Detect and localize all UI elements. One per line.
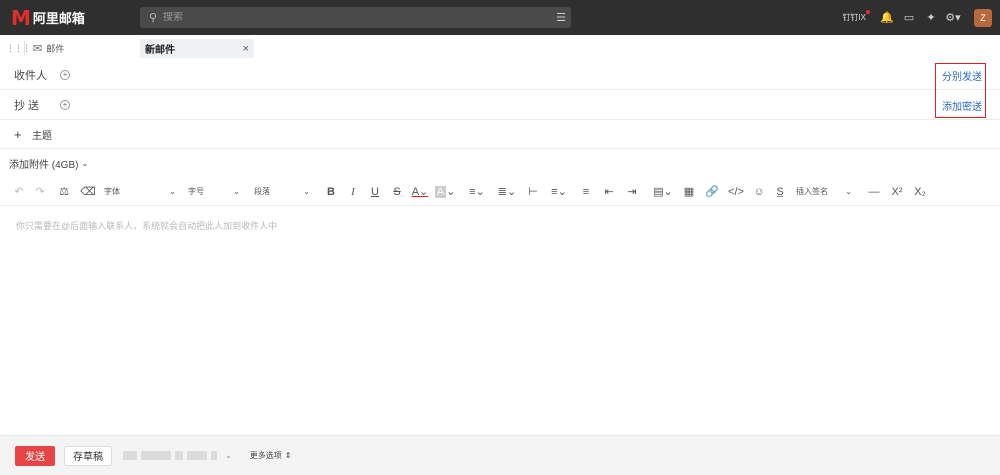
paragraph-select[interactable]: 段落 ⌄ — [254, 182, 310, 202]
table-icon[interactable]: ▦ — [678, 182, 700, 202]
bottom-bar: 发送 存草稿 ⌄ 更多选项 ⇕ — [0, 435, 1000, 475]
subject-row[interactable]: + 主题 — [0, 120, 1000, 149]
editor-toolbar: ↶ ↷ ⚖ ⌫ 字体 ⌄ 字号 ⌄ 段落 ⌄ B I U S A⌄ A ⌄ ≡⌄ ≣⌄ … — [0, 178, 1000, 206]
tab-new-mail[interactable]: 新邮件 × — [140, 39, 254, 58]
logo-text: 阿里邮箱 — [32, 11, 85, 26]
image-icon[interactable]: ▤⌄ — [648, 182, 678, 202]
plus-icon[interactable]: + — [14, 127, 32, 142]
cc-label: 抄 送 — [14, 100, 40, 112]
chevron-down-icon: ⌄ — [169, 187, 176, 196]
superscript-icon[interactable]: X² — [886, 182, 908, 202]
align-justify-icon[interactable]: ≡ — [574, 182, 598, 202]
chevron-down-icon: ⌄ — [845, 187, 852, 196]
heading-icon[interactable]: ⊢ — [522, 182, 544, 202]
avatar[interactable]: Z — [974, 8, 992, 27]
dingtalk-link[interactable]: 钉钉IX — [842, 10, 870, 23]
font-family-select[interactable]: 字体 ⌄ — [104, 182, 176, 202]
dingtalk-label: 钉钉IX — [842, 13, 866, 22]
paragraph-label: 段落 — [254, 187, 270, 196]
send-button[interactable]: 发送 — [15, 445, 55, 466]
bullet-list-icon[interactable]: ≡⌄ — [462, 182, 492, 202]
redacted-text — [175, 451, 183, 460]
outdent-icon[interactable]: ⇤ — [598, 182, 620, 202]
clear-format-icon[interactable]: S̲ — [770, 182, 790, 202]
to-field-row[interactable]: 收件人 + 分别发送 — [0, 61, 1000, 90]
redacted-text — [211, 451, 217, 460]
chevron-down-icon: ⌄ — [233, 187, 240, 196]
notification-dot — [866, 10, 870, 14]
editor-body[interactable]: 你只需要在@后面输入联系人，系统就会自动把此人加到收件人中 — [0, 207, 1000, 435]
subscript-icon[interactable]: X₂ — [908, 182, 932, 202]
redacted-text — [187, 451, 207, 460]
insert-select[interactable]: 插入签名 ⌄ — [796, 182, 852, 202]
grid-icon[interactable]: ⋮⋮⋮ — [6, 43, 31, 54]
search-bar[interactable]: ⚲ ☰ — [140, 7, 571, 28]
tab-mail[interactable]: ✉ 邮件 — [33, 42, 64, 55]
search-icon[interactable]: ⚲ — [143, 11, 163, 24]
redacted-text — [141, 451, 171, 460]
attachment-label: 添加附件 (4GB) — [9, 160, 79, 171]
more-options[interactable]: 更多选项 ⇕ — [250, 450, 292, 461]
strikethrough-icon[interactable]: S — [386, 182, 408, 202]
gear-icon[interactable]: ⚙▾ — [944, 11, 962, 24]
redo-icon[interactable]: ↷ — [28, 182, 52, 202]
insert-label: 插入签名 — [796, 187, 828, 196]
device-icon[interactable]: ▭ — [900, 11, 918, 24]
tab-new-mail-label: 新邮件 — [145, 45, 175, 56]
chevron-up-down-icon: ⇕ — [284, 451, 292, 460]
bell-icon[interactable]: 🔔 — [878, 11, 896, 24]
underline-icon[interactable]: U — [364, 182, 386, 202]
format-painter-icon[interactable]: ⚖ — [52, 182, 76, 202]
app-logo[interactable]: M 阿里邮箱 — [11, 8, 131, 28]
numbered-list-icon[interactable]: ≣⌄ — [492, 182, 522, 202]
subject-label: 主题 — [32, 130, 52, 142]
font-size-select[interactable]: 字号 ⌄ — [188, 182, 240, 202]
logo-mark: M — [11, 5, 31, 30]
add-contact-icon[interactable]: + — [60, 70, 70, 80]
code-icon[interactable]: </> — [724, 182, 748, 202]
top-right-tools: 钉钉IX 🔔 ▭ ✦ ⚙▾ Z — [842, 0, 992, 35]
filter-icon[interactable]: ☰ — [551, 11, 571, 24]
bold-icon[interactable]: B — [320, 182, 342, 202]
sender-select[interactable]: ⌄ — [123, 451, 232, 460]
horizontal-rule-icon[interactable]: — — [862, 182, 886, 202]
highlight-box — [935, 63, 986, 118]
add-attachment[interactable]: 添加附件 (4GB) ⌄ — [9, 156, 88, 171]
editor-placeholder: 你只需要在@后面输入联系人，系统就会自动把此人加到收件人中 — [16, 221, 278, 231]
eraser-icon[interactable]: ⌫ — [76, 182, 100, 202]
search-input[interactable] — [163, 12, 551, 23]
font-size-label: 字号 — [188, 187, 204, 196]
tab-divider — [24, 41, 25, 55]
cc-field-row[interactable]: 抄 送 + 添加密送 — [0, 91, 1000, 120]
more-options-label: 更多选项 — [249, 451, 282, 460]
chevron-down-icon: ⌄ — [225, 451, 232, 460]
envelope-icon: ✉ — [33, 42, 43, 55]
undo-icon[interactable]: ↶ — [10, 182, 28, 202]
to-label: 收件人 — [14, 70, 47, 82]
tab-row: ⋮⋮⋮ ✉ 邮件 新邮件 × — [0, 35, 1000, 61]
font-color-icon[interactable]: A⌄ — [408, 182, 432, 202]
chevron-down-icon: ⌄ — [81, 159, 89, 168]
close-icon[interactable]: × — [243, 43, 249, 55]
background-color-icon[interactable]: A ⌄ — [432, 182, 458, 202]
italic-icon[interactable]: I — [342, 182, 364, 202]
emoji-icon[interactable]: ☺ — [748, 182, 770, 202]
add-cc-contact-icon[interactable]: + — [60, 100, 70, 110]
save-draft-button[interactable]: 存草稿 — [64, 445, 112, 466]
chevron-down-icon: ⌄ — [303, 187, 310, 196]
redacted-text — [123, 451, 137, 460]
link-icon[interactable]: 🔗 — [700, 182, 724, 202]
font-family-label: 字体 — [104, 187, 120, 196]
magic-wand-icon[interactable]: ✦ — [922, 11, 940, 24]
align-icon[interactable]: ≡⌄ — [544, 182, 574, 202]
tab-mail-label: 邮件 — [46, 43, 65, 54]
indent-icon[interactable]: ⇥ — [620, 182, 644, 202]
top-bar: M 阿里邮箱 ⚲ ☰ 钉钉IX 🔔 ▭ ✦ ⚙▾ Z — [0, 0, 1000, 35]
